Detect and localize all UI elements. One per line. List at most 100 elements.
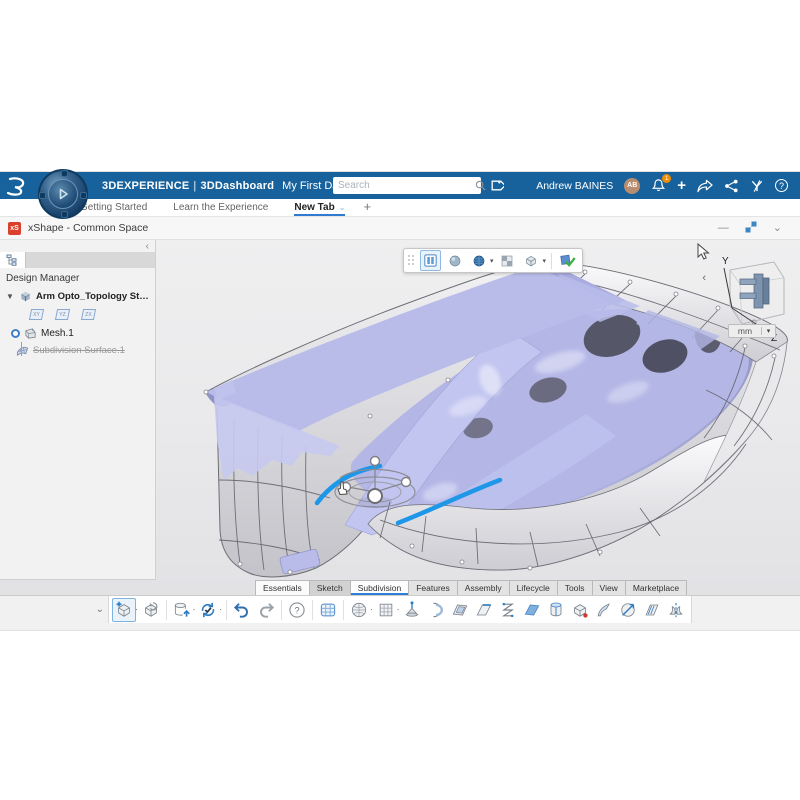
transparency-icon[interactable] [497, 250, 518, 271]
top-bar: 3DEXPERIENCE|3DDashboard My First Dashbo… [0, 172, 800, 199]
units-dropdown-caret-icon[interactable]: ▾ [761, 327, 775, 335]
user-name[interactable]: Andrew BAINES [536, 180, 613, 192]
avatar[interactable]: AB [624, 178, 640, 194]
loft-sections-icon[interactable] [496, 598, 520, 622]
bend-surface-icon[interactable] [424, 598, 448, 622]
action-bar-tools: ···?·· [108, 596, 692, 623]
section-tab-sketch[interactable]: Sketch [309, 580, 350, 595]
tree-mesh-item[interactable]: Mesh.1 [6, 325, 155, 342]
symmetry-icon[interactable] [664, 598, 688, 622]
share-forward-icon[interactable] [697, 179, 713, 193]
plane-zx-icon[interactable]: ZX [80, 308, 97, 321]
pattern-faces-icon[interactable] [640, 598, 664, 622]
search-input[interactable] [333, 180, 475, 191]
add-tab-button[interactable]: + [363, 199, 371, 216]
mouse-pointer-icon [698, 244, 709, 259]
section-tab-essentials[interactable]: Essentials [255, 580, 309, 595]
model-body[interactable] [204, 262, 787, 577]
subdivision-plane-icon[interactable] [374, 598, 398, 622]
shear-plane-icon[interactable] [472, 598, 496, 622]
swym-community-icon[interactable] [750, 179, 764, 193]
screenshot-root: { "topbar": { "brand": "3DEXPERIENCE", "… [0, 0, 800, 800]
share-network-icon[interactable] [724, 179, 739, 193]
mesh-pin-icon[interactable] [11, 329, 20, 338]
globe-style-dropdown-icon[interactable]: ▾ [490, 257, 494, 265]
columns-display-icon[interactable] [420, 250, 441, 271]
viewport[interactable]: ‹ Design Manager ▼ Arm Opto_Topology Stu… [0, 240, 800, 595]
help-icon[interactable]: ? [775, 179, 788, 192]
subdivision-primitive-icon[interactable] [347, 598, 371, 622]
frame-surface-icon[interactable] [448, 598, 472, 622]
cube-style-dropdown-icon[interactable]: ▾ [543, 257, 547, 265]
section-tab-lifecycle[interactable]: Lifecycle [509, 580, 557, 595]
plane-xy-icon[interactable]: XY [28, 308, 45, 321]
tree-subdivision-item[interactable]: Subdivision Surface.1 [6, 342, 155, 359]
minimize-button[interactable]: — [718, 223, 729, 234]
xshape-app-icon[interactable]: xS [8, 222, 21, 235]
svg-text:?: ? [294, 605, 299, 615]
app-title: xShape - Common Space [28, 222, 148, 234]
search-box [333, 177, 481, 194]
dassault-3ds-logo-icon[interactable] [0, 172, 34, 199]
navcube-part-preview [740, 274, 769, 308]
add-app-icon[interactable]: + [677, 178, 686, 193]
design-manager-panel: ‹ Design Manager ▼ Arm Opto_Topology Stu… [0, 240, 156, 580]
part-icon [19, 290, 32, 303]
subdivision-surface-icon [16, 344, 29, 357]
update-propagate-icon[interactable] [196, 598, 220, 622]
panel-collapse-button[interactable]: ‹ [0, 240, 155, 252]
frame-display-icon[interactable] [316, 598, 340, 622]
split-body-icon[interactable] [544, 598, 568, 622]
fill-face-icon[interactable] [520, 598, 544, 622]
expand-button[interactable] [745, 221, 757, 236]
tree-view-tab[interactable] [0, 252, 26, 268]
undo-icon[interactable] [230, 598, 254, 622]
panel-title: Design Manager [0, 268, 155, 288]
section-tab-tools[interactable]: Tools [557, 580, 592, 595]
dashboard-tab-new-tab[interactable]: New Tab⌄ [294, 202, 345, 216]
actionbar-collapse-icon[interactable]: ⌄ [96, 604, 104, 615]
reference-planes: XY YZ ZX [28, 308, 155, 321]
3dexperience-window: 3DEXPERIENCE|3DDashboard My First Dashbo… [0, 172, 800, 630]
collapse-header-button[interactable]: ⌄ [773, 223, 782, 234]
axis-label-y: Y [722, 256, 729, 267]
validate-icon[interactable] [557, 250, 578, 271]
expand-caret-icon[interactable]: ▼ [6, 292, 15, 301]
section-tab-marketplace[interactable]: Marketplace [625, 580, 687, 595]
search-icon[interactable] [475, 180, 486, 191]
sweep-ribbon-icon[interactable] [592, 598, 616, 622]
units-dropdown[interactable]: mm ▾ [728, 324, 776, 338]
save-data-icon[interactable] [170, 598, 194, 622]
tab-dropdown-icon[interactable]: ⌄ [339, 203, 346, 212]
section-tab-assembly[interactable]: Assembly [457, 580, 509, 595]
section-tab-subdivision[interactable]: Subdivision [350, 580, 408, 595]
mesh-icon [24, 327, 37, 340]
globe-style-icon[interactable] [468, 250, 489, 271]
panel-tab-strip [0, 252, 155, 268]
tree-root-label: Arm Opto_Topology Study 1_deform... [36, 291, 154, 302]
sphere-render-icon[interactable] [444, 250, 465, 271]
action-bar: ⌄ ···?·· [0, 595, 800, 623]
section-tab-features[interactable]: Features [408, 580, 457, 595]
manage-content-icon[interactable] [139, 598, 163, 622]
viewport-panel-collapse-icon[interactable]: ‹ [702, 272, 706, 284]
redo-icon[interactable] [254, 598, 278, 622]
model-tree: ▼ Arm Opto_Topology Study 1_deform... XY… [0, 288, 155, 359]
viewport-toolbar: ▾ ▾ [403, 248, 583, 273]
tree-root-item[interactable]: ▼ Arm Opto_Topology Study 1_deform... [6, 288, 155, 305]
add-content-icon[interactable] [112, 598, 136, 622]
cube-style-icon[interactable] [521, 250, 542, 271]
toolbar-drag-handle[interactable] [408, 255, 415, 266]
notifications-bell-icon[interactable]: 1 [651, 178, 666, 193]
section-tab-view[interactable]: View [592, 580, 625, 595]
dashboard-tab-getting-started[interactable]: Getting Started [80, 202, 147, 216]
revolve-icon[interactable] [616, 598, 640, 622]
tag-icon[interactable] [489, 178, 504, 198]
dashboard-tab-learn-the-experience[interactable]: Learn the Experience [173, 202, 268, 216]
extrude-face-icon[interactable] [400, 598, 424, 622]
weld-vertices-icon[interactable] [568, 598, 592, 622]
help-icon[interactable]: ? [285, 598, 309, 622]
notification-badge: 1 [662, 174, 671, 183]
3dexperience-compass-icon[interactable] [38, 169, 88, 219]
plane-yz-icon[interactable]: YZ [54, 308, 71, 321]
